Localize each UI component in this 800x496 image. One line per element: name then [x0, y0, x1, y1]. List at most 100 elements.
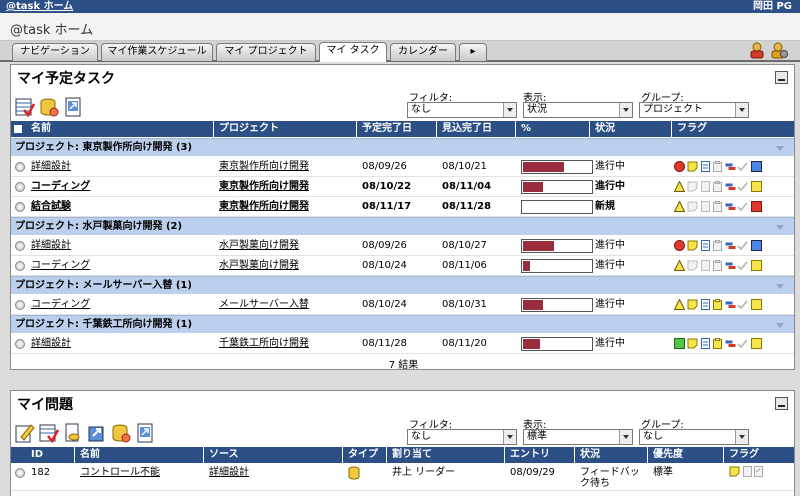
- project-link[interactable]: 東京製作所向け開発: [219, 157, 309, 177]
- yellow-clip-icon[interactable]: [712, 299, 723, 310]
- yellow-note-icon[interactable]: [687, 240, 698, 251]
- yellow-note-icon[interactable]: [687, 299, 698, 310]
- blue-doc-icon[interactable]: [700, 299, 711, 310]
- col-planned-date[interactable]: 予定完了日: [362, 121, 412, 137]
- group-collapse-icon[interactable]: [776, 146, 784, 151]
- group-select[interactable]: プロジェクト: [639, 102, 749, 118]
- col-type[interactable]: タイプ: [348, 447, 378, 463]
- group-header[interactable]: プロジェクト: 東京製作所向け開発 (3): [11, 138, 794, 156]
- view-select[interactable]: 状況: [523, 102, 633, 118]
- col-assigned[interactable]: 割り当て: [392, 447, 432, 463]
- gray-doc-icon[interactable]: [700, 201, 711, 212]
- row-select-radio[interactable]: [15, 261, 25, 271]
- clipboard-icon[interactable]: [712, 161, 723, 172]
- tab-more[interactable]: ▸: [459, 43, 487, 61]
- check-icon[interactable]: [737, 161, 748, 172]
- col-issue-flags[interactable]: フラグ: [729, 447, 759, 463]
- task-name-link[interactable]: コーディング: [31, 256, 90, 276]
- tag-icon[interactable]: [725, 299, 736, 310]
- col-name[interactable]: 名前: [31, 121, 51, 137]
- group-collapse-icon[interactable]: [776, 225, 784, 230]
- group-header[interactable]: プロジェクト: メールサーバー入替 (1): [11, 276, 794, 294]
- yellow-square-icon[interactable]: [751, 338, 762, 349]
- edit-icon[interactable]: [15, 423, 35, 443]
- col-flags[interactable]: フラグ: [677, 121, 707, 137]
- collapse-all-toggle[interactable]: [14, 125, 22, 133]
- col-issue-name[interactable]: 名前: [80, 447, 100, 463]
- tag-icon[interactable]: [725, 338, 736, 349]
- issue-row[interactable]: 182 コントロール不能 詳細設計 井上 リーダー 08/09/29 フィードバ…: [11, 463, 794, 491]
- task-name-link[interactable]: 結合試験: [31, 197, 71, 217]
- blue-doc-icon[interactable]: [700, 338, 711, 349]
- group-header[interactable]: プロジェクト: 千葉鉄工所向け開発 (1): [11, 315, 794, 333]
- forward-icon[interactable]: [87, 423, 107, 443]
- minimize-button[interactable]: [775, 71, 788, 84]
- yellow-square-icon[interactable]: [751, 181, 762, 192]
- yellow-clip-icon[interactable]: [712, 338, 723, 349]
- tab-my-projects[interactable]: マイ プロジェクト: [216, 43, 316, 61]
- blue-doc-icon[interactable]: [700, 161, 711, 172]
- row-select-radio[interactable]: [15, 468, 25, 478]
- note-flag-icon[interactable]: [729, 466, 740, 477]
- task-row[interactable]: コーディング 水戸製菓向け開発 08/10/24 08/11/06 進行中: [11, 256, 794, 276]
- task-list-icon[interactable]: [15, 97, 35, 117]
- alert-person-icon[interactable]: [748, 41, 766, 59]
- blue-square-icon[interactable]: [751, 161, 762, 172]
- check-icon[interactable]: [737, 299, 748, 310]
- task-name-link[interactable]: 詳細設計: [31, 236, 71, 256]
- tag-icon[interactable]: [725, 240, 736, 251]
- row-select-radio[interactable]: [15, 202, 25, 212]
- task-row[interactable]: 結合試験 東京製作所向け開発 08/11/17 08/11/28 新規: [11, 197, 794, 217]
- issues-view-select[interactable]: 標準: [523, 429, 633, 445]
- red-circle-icon[interactable]: [674, 161, 685, 172]
- green-square-icon[interactable]: [674, 338, 685, 349]
- yellow-triangle-icon[interactable]: [674, 299, 685, 310]
- clipboard-icon[interactable]: [712, 181, 723, 192]
- gray-note-icon[interactable]: [687, 181, 698, 192]
- tab-my-schedule[interactable]: マイ作業スケジュール: [101, 43, 213, 61]
- issues-group-select[interactable]: なし: [639, 429, 749, 445]
- row-select-radio[interactable]: [15, 182, 25, 192]
- yellow-note-icon[interactable]: [687, 161, 698, 172]
- attach-flag-icon[interactable]: [753, 466, 764, 477]
- check-icon[interactable]: [737, 260, 748, 271]
- col-entry[interactable]: エントリ: [510, 447, 550, 463]
- red-circle-icon[interactable]: [674, 240, 685, 251]
- issue-export-icon[interactable]: [135, 423, 155, 443]
- blue-square-icon[interactable]: [751, 240, 762, 251]
- group-collapse-icon[interactable]: [776, 323, 784, 328]
- gray-note-icon[interactable]: [687, 260, 698, 271]
- home-link[interactable]: @task ホーム: [6, 0, 73, 13]
- col-source[interactable]: ソース: [209, 447, 239, 463]
- check-icon[interactable]: [737, 338, 748, 349]
- clipboard-icon[interactable]: [712, 201, 723, 212]
- gray-note-icon[interactable]: [687, 201, 698, 212]
- row-select-radio[interactable]: [15, 162, 25, 172]
- red-square-icon[interactable]: [751, 201, 762, 212]
- task-name-link[interactable]: 詳細設計: [31, 334, 71, 354]
- yellow-triangle-icon[interactable]: [674, 260, 685, 271]
- col-issue-status[interactable]: 状況: [580, 447, 600, 463]
- project-link[interactable]: 東京製作所向け開発: [219, 177, 309, 197]
- gray-doc-icon[interactable]: [700, 260, 711, 271]
- project-link[interactable]: 東京製作所向け開発: [219, 197, 309, 217]
- task-row[interactable]: 詳細設計 東京製作所向け開発 08/09/26 08/10/21 進行中: [11, 157, 794, 177]
- yellow-triangle-icon[interactable]: [674, 201, 685, 212]
- blue-doc-icon[interactable]: [700, 240, 711, 251]
- col-id[interactable]: ID: [31, 447, 43, 463]
- col-priority[interactable]: 優先度: [653, 447, 683, 463]
- yellow-note-icon[interactable]: [687, 338, 698, 349]
- group-header[interactable]: プロジェクト: 水戸製菓向け開発 (2): [11, 217, 794, 235]
- check-icon[interactable]: [737, 181, 748, 192]
- row-select-radio[interactable]: [15, 300, 25, 310]
- task-name-link[interactable]: コーディング: [31, 295, 90, 315]
- yellow-square-icon[interactable]: [751, 260, 762, 271]
- col-expected-date[interactable]: 見込完了日: [442, 121, 492, 137]
- issue-list-icon[interactable]: [39, 423, 59, 443]
- issue-name-link[interactable]: コントロール不能: [80, 463, 160, 483]
- issue-source-link[interactable]: 詳細設計: [209, 463, 249, 483]
- tab-my-tasks[interactable]: マイ タスク: [319, 42, 387, 62]
- project-link[interactable]: メールサーバー入替: [219, 295, 309, 315]
- row-select-radio[interactable]: [15, 339, 25, 349]
- tag-icon[interactable]: [725, 201, 736, 212]
